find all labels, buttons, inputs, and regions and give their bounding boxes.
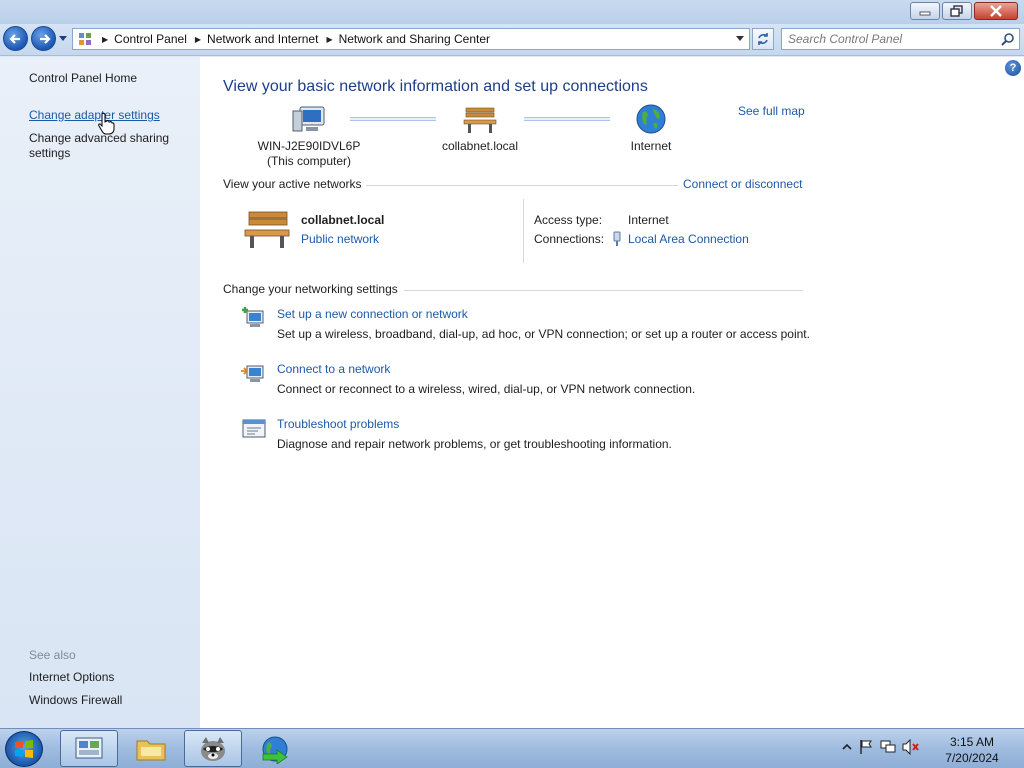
networking-settings-label: Change your networking settings	[223, 282, 398, 296]
new-connection-icon	[242, 307, 264, 327]
taskbar-clock[interactable]: 3:15 AM 7/20/2024	[930, 734, 1014, 766]
network-status-icon[interactable]	[880, 739, 896, 755]
breadcrumb-network-sharing-center[interactable]: Network and Sharing Center	[339, 32, 490, 46]
map-connection-line	[524, 117, 610, 121]
troubleshoot-problems-link[interactable]: Troubleshoot problems	[277, 417, 399, 431]
search-input[interactable]	[782, 32, 998, 46]
close-icon	[990, 5, 1002, 17]
active-networks-label: View your active networks	[223, 177, 362, 191]
forward-arrow-icon	[39, 33, 51, 44]
recent-pages-dropdown[interactable]	[58, 34, 68, 44]
show-hidden-icons-icon[interactable]	[842, 742, 852, 752]
globe-icon	[636, 104, 666, 134]
search-icon[interactable]	[998, 30, 1016, 48]
map-node-internet[interactable]: Internet	[611, 103, 691, 154]
back-arrow-icon	[8, 33, 20, 44]
taskbar-raccoon-app[interactable]	[184, 730, 242, 767]
computer-name: WIN-J2E90IDVL6P	[257, 139, 361, 153]
see-full-map-link[interactable]: See full map	[738, 104, 805, 118]
address-history-dropdown[interactable]	[733, 32, 747, 46]
clock-date: 7/20/2024	[945, 751, 999, 765]
minimize-button[interactable]	[910, 2, 940, 20]
raccoon-icon	[201, 736, 225, 761]
connect-to-network-link[interactable]: Connect to a network	[277, 362, 390, 376]
see-also-heading: See also	[29, 648, 76, 662]
internet-options-link[interactable]: Internet Options	[29, 670, 114, 685]
access-type-label: Access type:	[534, 213, 603, 227]
help-icon[interactable]: ?	[1005, 60, 1021, 76]
control-panel-home-link[interactable]: Control Panel Home	[29, 71, 137, 86]
access-type-value: Internet	[628, 213, 669, 227]
globe-arrow-icon	[262, 736, 288, 764]
network-adapter-icon	[613, 231, 621, 246]
network-type-link[interactable]: Public network	[301, 232, 379, 246]
folder-icon	[136, 740, 166, 760]
window-controls	[910, 2, 1018, 20]
computer-icon	[292, 106, 325, 132]
navigation-bar: ▶ Control Panel ▶ Network and Internet ▶…	[0, 24, 1024, 56]
start-button[interactable]	[5, 731, 43, 767]
setup-connection-link[interactable]: Set up a new connection or network	[277, 307, 468, 321]
restore-button[interactable]	[942, 2, 972, 20]
park-bench-icon[interactable]	[243, 209, 291, 251]
taskbar-file-explorer[interactable]	[122, 730, 180, 767]
change-advanced-sharing-settings-link[interactable]: Change advanced sharing settings	[29, 131, 179, 161]
taskbar-globe-app[interactable]	[246, 730, 304, 767]
system-tray	[842, 739, 920, 755]
troubleshoot-problems-description: Diagnose and repair network problems, or…	[277, 437, 672, 451]
chevron-down-icon	[736, 36, 744, 41]
setup-connection-description: Set up a wireless, broadband, dial-up, a…	[277, 327, 810, 341]
network-node-name: collabnet.local	[441, 139, 519, 153]
section-divider	[366, 185, 678, 186]
address-bar[interactable]: ▶ Control Panel ▶ Network and Internet ▶…	[72, 28, 750, 50]
local-area-connection-link[interactable]: Local Area Connection	[628, 232, 749, 246]
computer-label: (This computer)	[266, 154, 352, 168]
close-button[interactable]	[974, 2, 1018, 20]
section-divider	[404, 290, 803, 291]
main-content: ? View your basic network information an…	[200, 57, 1024, 728]
breadcrumb-separator[interactable]: ▶	[195, 35, 201, 44]
change-adapter-settings-link[interactable]: Change adapter settings	[29, 108, 160, 123]
search-box[interactable]	[781, 28, 1020, 50]
internet-node-name: Internet	[630, 139, 672, 153]
back-button[interactable]	[3, 26, 28, 51]
breadcrumb-separator[interactable]: ▶	[102, 35, 108, 44]
breadcrumb-network-and-internet[interactable]: Network and Internet	[207, 32, 318, 46]
refresh-icon	[758, 33, 768, 45]
connections-label: Connections:	[534, 232, 605, 246]
connect-or-disconnect-link[interactable]: Connect or disconnect	[683, 177, 802, 191]
window-title-bar	[0, 0, 1024, 24]
refresh-button[interactable]	[752, 28, 774, 50]
action-center-flag-icon[interactable]	[858, 739, 874, 755]
control-panel-icon	[76, 30, 94, 48]
windows-firewall-link[interactable]: Windows Firewall	[29, 693, 122, 708]
task-sidebar: Control Panel Home Change adapter settin…	[0, 57, 200, 728]
windows-logo-icon	[15, 740, 33, 758]
control-panel-icon	[75, 737, 103, 758]
active-network-name: collabnet.local	[301, 213, 385, 227]
connect-to-network-description: Connect or reconnect to a wireless, wire…	[277, 382, 696, 396]
taskbar: 3:15 AM 7/20/2024	[0, 728, 1024, 768]
chevron-down-icon	[59, 36, 67, 41]
restore-icon	[950, 5, 963, 17]
forward-button[interactable]	[31, 26, 56, 51]
hand-cursor-icon	[98, 113, 115, 135]
volume-muted-icon[interactable]	[902, 739, 920, 755]
troubleshoot-icon	[242, 419, 266, 438]
breadcrumb-control-panel[interactable]: Control Panel	[114, 32, 187, 46]
vertical-divider	[523, 199, 524, 263]
map-node-computer[interactable]: WIN-J2E90IDVL6P (This computer)	[254, 105, 364, 169]
page-title: View your basic network information and …	[223, 78, 648, 95]
map-connection-line	[350, 117, 436, 121]
map-node-network[interactable]: collabnet.local	[430, 105, 530, 154]
taskbar-control-panel[interactable]	[60, 730, 118, 767]
clock-time: 3:15 AM	[949, 735, 995, 749]
minimize-icon	[919, 11, 931, 16]
breadcrumb-separator[interactable]: ▶	[326, 35, 332, 44]
park-bench-icon	[463, 107, 497, 133]
connect-network-icon	[241, 365, 264, 382]
